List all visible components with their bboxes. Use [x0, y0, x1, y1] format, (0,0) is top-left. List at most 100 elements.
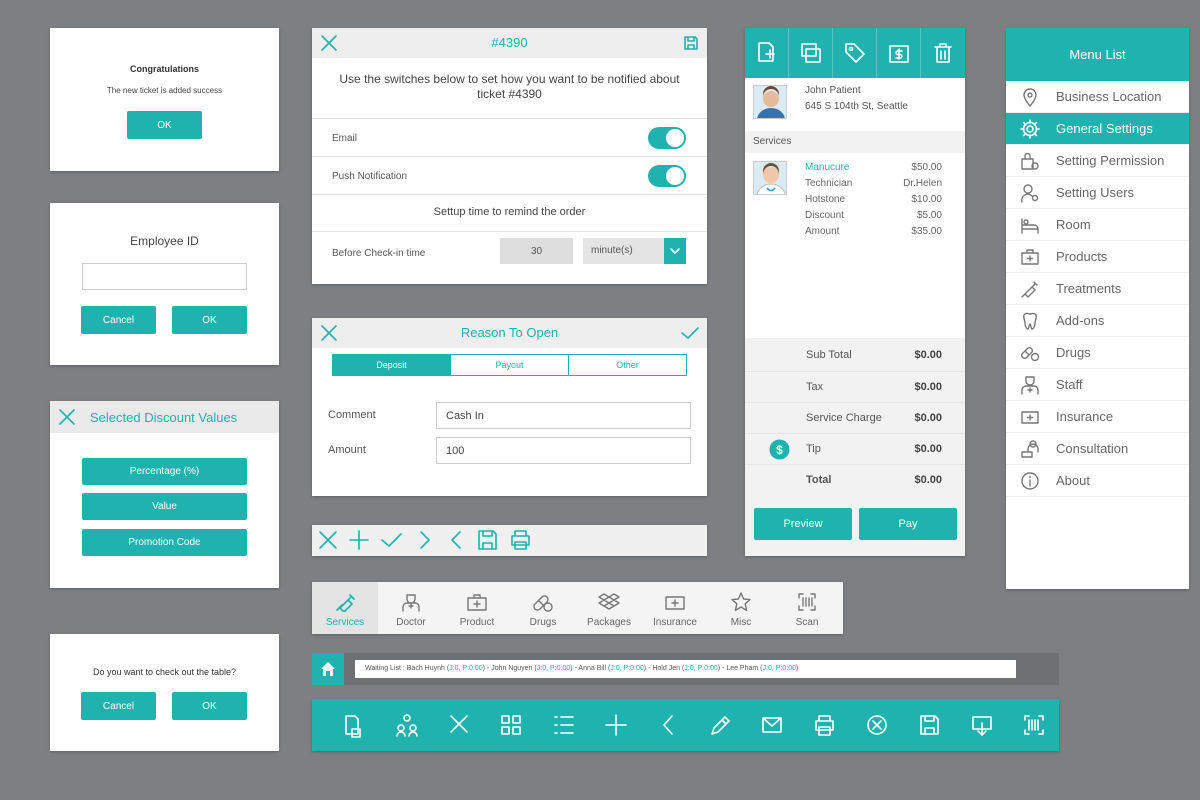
menu-item-about[interactable]: About	[1006, 465, 1189, 497]
email-row: Email	[312, 118, 707, 156]
svg-text:$: $	[776, 443, 783, 457]
before-checkin-value[interactable]: 30	[500, 238, 573, 264]
tab-other[interactable]: Other	[568, 354, 687, 376]
menu-item-treatments[interactable]: Treatments	[1006, 273, 1189, 305]
tab-insurance[interactable]: Insurance	[642, 582, 708, 634]
checkout-question: Do you want to check out the table?	[92, 667, 237, 677]
home-icon	[321, 662, 335, 676]
unit-select[interactable]: minute(s)	[583, 238, 686, 264]
new-ticket-button[interactable]	[745, 28, 789, 78]
tab-product[interactable]: Product	[444, 582, 510, 634]
tooth-icon	[1020, 311, 1040, 331]
grid-icon[interactable]	[501, 715, 521, 735]
insurance-card-icon	[1020, 407, 1040, 427]
checkout-dialog: Do you want to check out the table? Canc…	[50, 634, 279, 751]
tax-row: Tax $0.00	[745, 371, 965, 402]
plus-icon[interactable]	[349, 530, 369, 550]
print-icon[interactable]	[815, 715, 834, 736]
menu-item-drugs[interactable]: Drugs	[1006, 337, 1189, 369]
tab-deposit[interactable]: Deposit	[332, 354, 451, 376]
chevron-left-icon[interactable]	[451, 531, 461, 549]
menu-item-setting-users[interactable]: Setting Users	[1006, 177, 1189, 209]
split-ticket-button[interactable]	[789, 28, 833, 78]
list-icon[interactable]	[554, 716, 574, 734]
tab-payout[interactable]: Payout	[450, 354, 569, 376]
menu-item-consultation[interactable]: Consultation	[1006, 433, 1189, 465]
email-toggle[interactable]	[648, 127, 686, 149]
download-icon[interactable]	[972, 716, 992, 736]
location-pin-icon	[1020, 87, 1040, 107]
preview-button[interactable]: Preview	[754, 508, 852, 540]
ok-button[interactable]: OK	[172, 306, 247, 334]
close-icon[interactable]	[319, 531, 337, 549]
tab-drugs[interactable]: Drugs	[510, 582, 576, 634]
menu-item-staff[interactable]: Staff	[1006, 369, 1189, 401]
menu-item-room[interactable]: Room	[1006, 209, 1189, 241]
amount-field[interactable]: 100	[436, 437, 691, 464]
notification-header: #4390	[312, 28, 707, 58]
chevron-left-icon[interactable]	[663, 715, 673, 735]
menu-item-general-settings[interactable]: General Settings	[1006, 113, 1189, 145]
group-icon[interactable]	[396, 714, 418, 737]
menu-item-add-ons[interactable]: Add-ons	[1006, 305, 1189, 337]
chevron-right-icon[interactable]	[420, 531, 430, 549]
waiting-entry[interactable]: John Nguyen (J:0, P:0:00) -	[491, 665, 578, 672]
user-settings-icon	[1020, 183, 1040, 203]
waiting-entry[interactable]: Bach Huynh (J:0, P:0:00) -	[407, 665, 491, 672]
close-icon[interactable]	[58, 408, 76, 426]
cancel-circle-icon[interactable]	[867, 715, 887, 735]
menu-item-setting-permission[interactable]: Setting Permission	[1006, 145, 1189, 177]
check-icon[interactable]	[381, 533, 402, 547]
close-icon[interactable]	[450, 715, 468, 733]
value-option-button[interactable]: Value	[82, 493, 247, 520]
waiting-entry[interactable]: Lee Pham (J:0, P:0:00)	[726, 665, 798, 672]
plus-icon[interactable]	[605, 714, 627, 736]
promotion-code-option-button[interactable]: Promotion Code	[82, 529, 247, 556]
print-icon[interactable]	[511, 530, 530, 550]
cancel-button[interactable]: Cancel	[81, 306, 156, 334]
ok-button[interactable]: OK	[172, 692, 247, 720]
pencil-icon[interactable]	[711, 716, 730, 735]
save-icon[interactable]	[478, 530, 497, 550]
price-button[interactable]	[877, 28, 921, 78]
menu-item-products[interactable]: Products	[1006, 241, 1189, 273]
employee-id-input[interactable]	[82, 263, 247, 290]
scan-icon[interactable]	[1024, 715, 1044, 735]
menu-item-insurance[interactable]: Insurance	[1006, 401, 1189, 433]
home-button[interactable]	[312, 653, 344, 685]
notification-description: Use the switches below to set how you wa…	[339, 72, 680, 101]
mail-icon[interactable]	[762, 717, 782, 733]
patient-name: John Patient	[805, 85, 861, 96]
push-notification-toggle[interactable]	[648, 165, 686, 187]
tab-scan[interactable]: Scan	[774, 582, 840, 634]
detail-label: Amount	[805, 226, 840, 237]
delete-button[interactable]	[921, 28, 965, 78]
comment-field[interactable]: Cash In	[436, 402, 691, 429]
tab-packages[interactable]: Packages	[576, 582, 642, 634]
ticket-summary: Sub Total $0.00 Tax $0.00 Service Charge $0…	[745, 338, 965, 498]
waiting-list-prefix: Waiting List :	[365, 665, 407, 672]
waiting-entry[interactable]: Anna Bill (J:0, P:0:00) -	[578, 665, 652, 672]
tab-services[interactable]: Services	[312, 582, 378, 634]
tab-misc[interactable]: Misc	[708, 582, 774, 634]
new-document-icon[interactable]	[345, 715, 361, 738]
menu-item-business-location[interactable]: Business Location	[1006, 81, 1189, 113]
cancel-button[interactable]: Cancel	[81, 692, 156, 720]
check-icon[interactable]	[681, 325, 699, 341]
staff-icon	[1020, 375, 1040, 395]
syringe-icon	[334, 592, 356, 612]
pay-button[interactable]: Pay	[859, 508, 957, 540]
notification-settings-dialog: #4390 Use the switches below to set how …	[312, 28, 707, 284]
dollar-icon[interactable]: $	[769, 439, 790, 460]
save-icon[interactable]	[920, 715, 939, 735]
save-icon[interactable]	[683, 35, 699, 51]
new-document-icon	[758, 42, 775, 62]
service-name[interactable]: Manucure	[805, 162, 849, 173]
chevron-down-icon[interactable]	[664, 238, 686, 264]
waiting-entry[interactable]: Hold Jen (J:0, P:0:00) -	[652, 665, 726, 672]
tag-button[interactable]	[833, 28, 877, 78]
percentage-option-button[interactable]: Percentage (%)	[82, 458, 247, 485]
ok-button[interactable]: OK	[127, 111, 202, 139]
tab-doctor[interactable]: Doctor	[378, 582, 444, 634]
menu-list: Menu List Business Location General Sett…	[1006, 28, 1189, 589]
